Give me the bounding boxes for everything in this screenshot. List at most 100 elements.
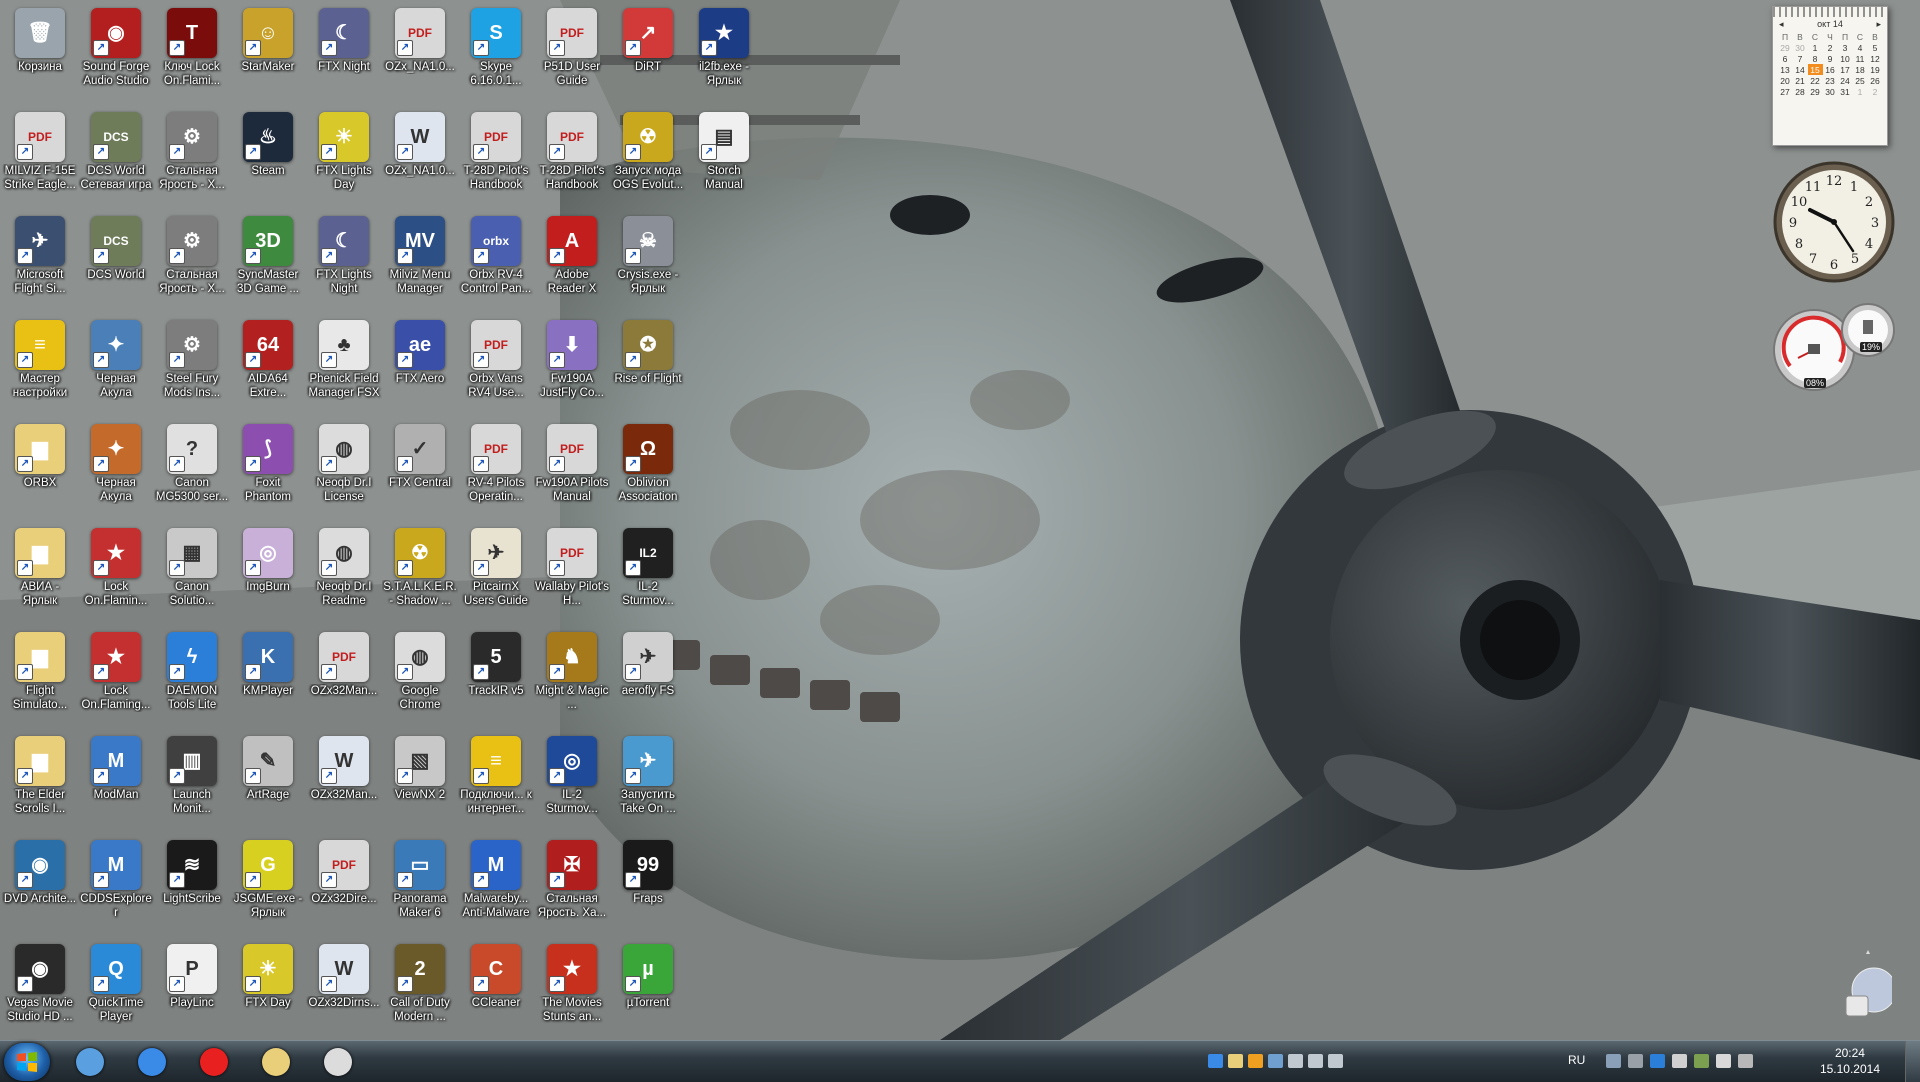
calendar-day[interactable]: 4: [1853, 42, 1868, 53]
desktop-icon[interactable]: ◉ ↗ Vegas Movie Studio HD ...: [2, 938, 78, 1042]
quicklaunch-cloud-icon[interactable]: [1288, 1054, 1303, 1068]
desktop-icon[interactable]: ✈ ↗ PitcairnX Users Guide: [458, 522, 534, 626]
desktop-icon[interactable]: ▆ ↗ ORBX: [2, 418, 78, 522]
desktop-icon[interactable]: µ ↗ µTorrent: [610, 938, 686, 1042]
desktop-icon[interactable]: ϟ ↗ DAEMON Tools Lite: [154, 626, 230, 730]
desktop-icon[interactable]: ★ ↗ Lock On.Flaming...: [78, 626, 154, 730]
desktop-icon[interactable]: C ↗ CCleaner: [458, 938, 534, 1042]
desktop-icon[interactable]: PDF ↗ OZx32Man...: [306, 626, 382, 730]
desktop-icon[interactable]: ◍ ↗ Neoqb Dr.I License: [306, 418, 382, 522]
desktop-icon[interactable]: T ↗ Ключ Lock On.Flami...: [154, 2, 230, 106]
desktop-icon[interactable]: ✈ ↗ Запустить Take On ...: [610, 730, 686, 834]
desktop-icon[interactable]: DCS ↗ DCS World: [78, 210, 154, 314]
desktop-icon[interactable]: ◉ ↗ Sound Forge Audio Studio: [78, 2, 154, 106]
calendar-day[interactable]: 2: [1823, 42, 1838, 53]
desktop-icon[interactable]: K ↗ KMPlayer: [230, 626, 306, 730]
taskbar-ie[interactable]: [126, 1044, 178, 1080]
show-desktop-button[interactable]: [1905, 1041, 1920, 1082]
desktop-icon[interactable]: ▤ ↗ Storch Manual: [686, 106, 762, 210]
desktop-icon[interactable]: PDF ↗ OZx_NA1.0...: [382, 2, 458, 106]
tray-pen-icon[interactable]: [1606, 1054, 1621, 1068]
desktop-icon[interactable]: Ω ↗ Oblivion Association: [610, 418, 686, 522]
desktop-icon[interactable]: ☢ ↗ S.T.A.L.K.E.R. - Shadow ...: [382, 522, 458, 626]
desktop-icon[interactable]: ✪ ↗ Rise of Flight: [610, 314, 686, 418]
desktop-icon[interactable]: PDF ↗ RV-4 Pilots Operatin...: [458, 418, 534, 522]
calendar-day[interactable]: 25: [1853, 75, 1868, 86]
quicklaunch-app-icon[interactable]: [1268, 1054, 1283, 1068]
calendar-day[interactable]: 11: [1853, 53, 1868, 64]
quicklaunch-ie-icon[interactable]: [1208, 1054, 1223, 1068]
cpu-meter-gadget[interactable]: 08% 19%: [1770, 300, 1900, 396]
desktop-icon[interactable]: A ↗ Adobe Reader X: [534, 210, 610, 314]
taskbar-explorer[interactable]: [250, 1044, 302, 1080]
taskbar-mediaplayer[interactable]: [64, 1044, 116, 1080]
desktop-icon[interactable]: 2 ↗ Call of Duty Modern ...: [382, 938, 458, 1042]
calendar-day[interactable]: 30: [1823, 86, 1838, 97]
desktop-icon[interactable]: PDF ↗ Wallaby Pilot's H...: [534, 522, 610, 626]
desktop-icon[interactable]: ≡ ↗ Мастер настройки: [2, 314, 78, 418]
desktop-icon[interactable]: PDF ↗ Orbx Vans RV4 Use...: [458, 314, 534, 418]
calendar-day[interactable]: 1: [1808, 42, 1823, 53]
calendar-day[interactable]: 6: [1778, 53, 1793, 64]
calendar-prev-icon[interactable]: ◂: [1779, 19, 1784, 30]
calendar-next-icon[interactable]: ▸: [1876, 19, 1881, 30]
desktop-icon[interactable]: ✠ ↗ Стальная Ярость. Ха...: [534, 834, 610, 938]
desktop-icon[interactable]: ☀ ↗ FTX Day: [230, 938, 306, 1042]
desktop-icon[interactable]: ☺ ↗ StarMaker: [230, 2, 306, 106]
tray-volume-icon[interactable]: [1716, 1054, 1731, 1068]
calendar-day[interactable]: 12: [1868, 53, 1883, 64]
desktop-icon[interactable]: ☀ ↗ FTX Lights Day: [306, 106, 382, 210]
desktop-icon[interactable]: ⟆ ↗ Foxit Phantom: [230, 418, 306, 522]
desktop-icon[interactable]: MV ↗ Milviz Menu Manager: [382, 210, 458, 314]
tray-network-icon[interactable]: [1672, 1054, 1687, 1068]
tray-app-icon[interactable]: [1694, 1054, 1709, 1068]
desktop-icon[interactable]: ⚙ ↗ Steel Fury Mods Ins...: [154, 314, 230, 418]
desktop-icon[interactable]: PDF ↗ Fw190A Pilots Manual: [534, 418, 610, 522]
tray-daemon-icon[interactable]: [1650, 1054, 1665, 1068]
desktop-icon[interactable]: ☾ ↗ FTX Night: [306, 2, 382, 106]
calendar-day[interactable]: 5: [1868, 42, 1883, 53]
desktop-icon[interactable]: ≋ ↗ LightScribe: [154, 834, 230, 938]
quicklaunch-cloud-icon-3[interactable]: [1328, 1054, 1343, 1068]
desktop-icon[interactable]: ▧ ↗ ViewNX 2: [382, 730, 458, 834]
desktop-icon[interactable]: ★ ↗ Lock On.Flamin...: [78, 522, 154, 626]
calendar-day[interactable]: 27: [1778, 86, 1793, 97]
calendar-day[interactable]: 2: [1868, 86, 1883, 97]
desktop-icon[interactable]: PDF ↗ T-28D Pilot's Handbook: [458, 106, 534, 210]
desktop-icon[interactable]: ≡ ↗ Подключи... к интернет...: [458, 730, 534, 834]
desktop-icon[interactable]: ▦ ↗ Canon Solutio...: [154, 522, 230, 626]
desktop-icon[interactable]: ◍ ↗ Neoqb Dr.I Readme: [306, 522, 382, 626]
desktop-icon[interactable]: W ↗ OZx_NA1.0...: [382, 106, 458, 210]
desktop-icon[interactable]: ☾ ↗ FTX Lights Night: [306, 210, 382, 314]
desktop-icon[interactable]: IL2 ↗ IL-2 Sturmov...: [610, 522, 686, 626]
desktop-icon[interactable]: ✎ ↗ ArtRage: [230, 730, 306, 834]
desktop-icon[interactable]: ⚙ ↗ Стальная Ярость - Х...: [154, 106, 230, 210]
language-indicator[interactable]: RU: [1568, 1053, 1585, 1067]
desktop-icon[interactable]: PDF ↗ T-28D Pilot's Handbook: [534, 106, 610, 210]
desktop-icon[interactable]: ⚙ ↗ Стальная Ярость - Х...: [154, 210, 230, 314]
desktop-icon[interactable]: ♞ ↗ Might & Magic ...: [534, 626, 610, 730]
desktop-icon[interactable]: ▆ ↗ АВИА - Ярлык: [2, 522, 78, 626]
desktop-icon[interactable]: ✦ ↗ Черная Акула: [78, 418, 154, 522]
desktop-icon[interactable]: ◎ ↗ ImgBurn: [230, 522, 306, 626]
tray-monitor-icon[interactable]: [1628, 1054, 1643, 1068]
calendar-day[interactable]: 31: [1838, 86, 1853, 97]
quicklaunch-cloud-icon-2[interactable]: [1308, 1054, 1323, 1068]
desktop-icon[interactable]: ✦ ↗ Черная Акула: [78, 314, 154, 418]
desktop-icon[interactable]: 5 ↗ TrackIR v5: [458, 626, 534, 730]
desktop-icon[interactable]: ♣ ↗ Phenick Field Manager FSX: [306, 314, 382, 418]
calendar-gadget[interactable]: ◂ окт 14 ▸ П В С Ч П С В 29 30 1 2 3 4 5 6 7 8 9 10 11 12 13 1…: [1772, 6, 1888, 146]
calendar-day[interactable]: 24: [1838, 75, 1853, 86]
desktop-icon[interactable]: ★ ↗ il2fb.exe - Ярлык: [686, 2, 762, 106]
calendar-day[interactable]: 14: [1793, 64, 1808, 75]
desktop-icon[interactable]: PDF ↗ MILVIZ F-15E Strike Eagle...: [2, 106, 78, 210]
calendar-day[interactable]: 29: [1808, 86, 1823, 97]
desktop-icon[interactable]: ▥ ↗ Launch Monit...: [154, 730, 230, 834]
calendar-day[interactable]: 1: [1853, 86, 1868, 97]
desktop-icon[interactable]: ☠ ↗ Crysis.exe - Ярлык: [610, 210, 686, 314]
taskbar-clock[interactable]: 20:24 15.10.2014: [1820, 1045, 1880, 1077]
desktop-icon[interactable]: PDF ↗ OZx32Dire...: [306, 834, 382, 938]
desktop-icon[interactable]: ▭ ↗ Panorama Maker 6: [382, 834, 458, 938]
tray-signal-icon[interactable]: [1738, 1054, 1753, 1068]
desktop-icon[interactable]: ★ ↗ The Movies Stunts an...: [534, 938, 610, 1042]
